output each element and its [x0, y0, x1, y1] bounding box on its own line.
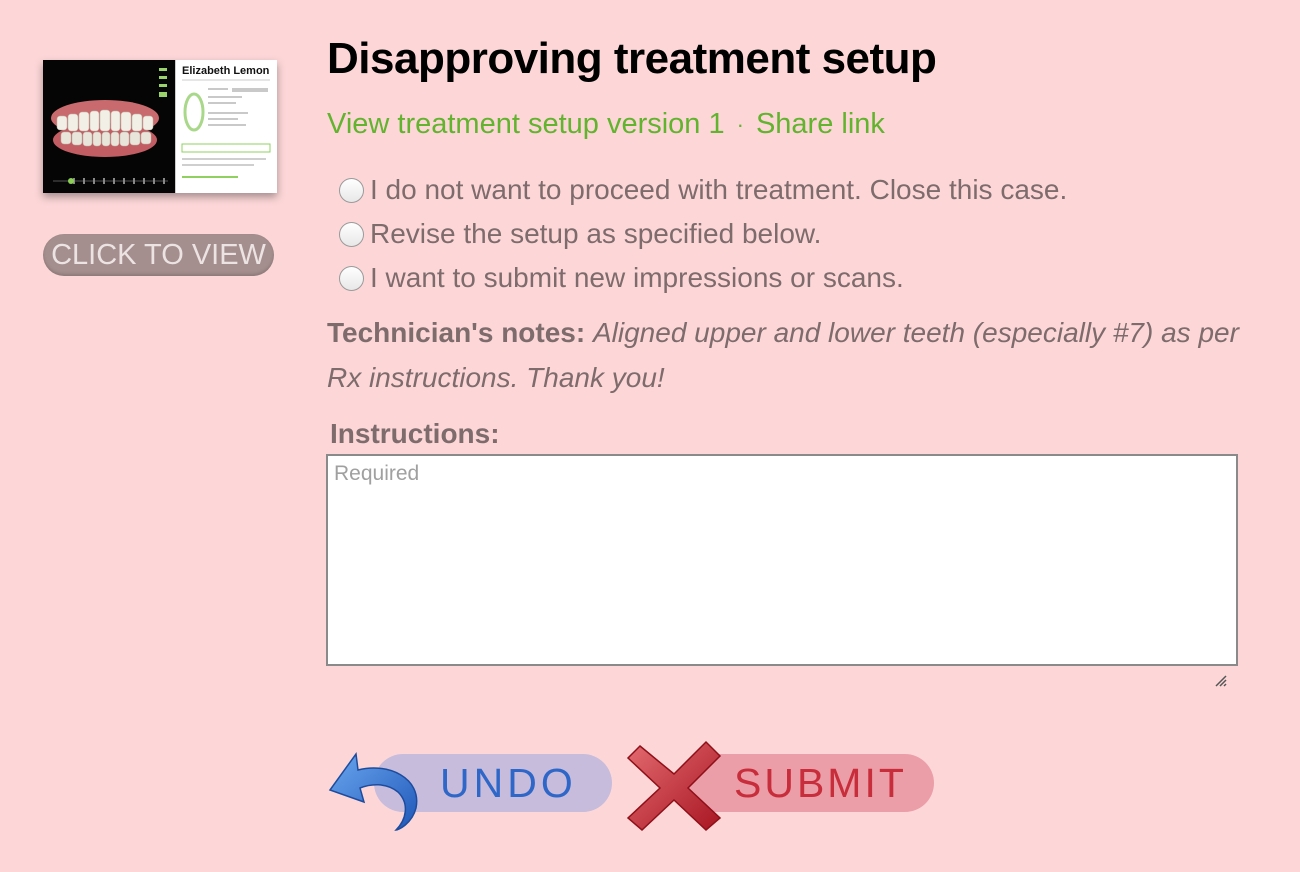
- submit-button[interactable]: SUBMIT: [626, 738, 938, 833]
- resize-grip-icon[interactable]: [1212, 672, 1228, 688]
- page-title: Disapproving treatment setup: [327, 34, 937, 83]
- option-label: I want to submit new impressions or scan…: [370, 262, 904, 293]
- radio-button[interactable]: [339, 221, 364, 247]
- teeth-3d-preview-image: [43, 60, 175, 193]
- link-separator: ·: [736, 112, 744, 138]
- share-link[interactable]: Share link: [756, 108, 885, 140]
- technician-notes: Technician's notes: Aligned upper and lo…: [327, 310, 1267, 400]
- click-to-view-button[interactable]: CLICK TO VIEW: [43, 234, 274, 276]
- patient-info-panel: Elizabeth Lemon: [175, 60, 277, 193]
- option-label: I do not want to proceed with treatment.…: [370, 174, 1068, 205]
- undo-arrow-icon: [328, 752, 418, 831]
- option-close-case[interactable]: I do not want to proceed with treatment.…: [339, 168, 1067, 212]
- radio-button[interactable]: [339, 177, 364, 203]
- setup-links: View treatment setup version 1 · Share lin…: [327, 108, 885, 141]
- red-x-icon: [626, 740, 722, 832]
- disapproval-options: I do not want to proceed with treatment.…: [339, 168, 1067, 300]
- option-revise-setup[interactable]: Revise the setup as specified below.: [339, 212, 1067, 256]
- instructions-textarea[interactable]: [326, 454, 1238, 666]
- instructions-label: Instructions:: [330, 418, 500, 449]
- option-new-impressions[interactable]: I want to submit new impressions or scan…: [339, 256, 1067, 300]
- technician-notes-label: Technician's notes:: [327, 317, 586, 348]
- submit-button-label: SUBMIT: [734, 760, 907, 806]
- undo-button[interactable]: UNDO: [326, 738, 616, 833]
- undo-button-label: UNDO: [440, 760, 577, 806]
- treatment-preview-thumbnail[interactable]: Elizabeth Lemon: [43, 60, 277, 193]
- option-label: Revise the setup as specified below.: [370, 218, 822, 249]
- view-treatment-setup-link[interactable]: View treatment setup version 1: [327, 108, 725, 140]
- radio-button[interactable]: [339, 265, 364, 291]
